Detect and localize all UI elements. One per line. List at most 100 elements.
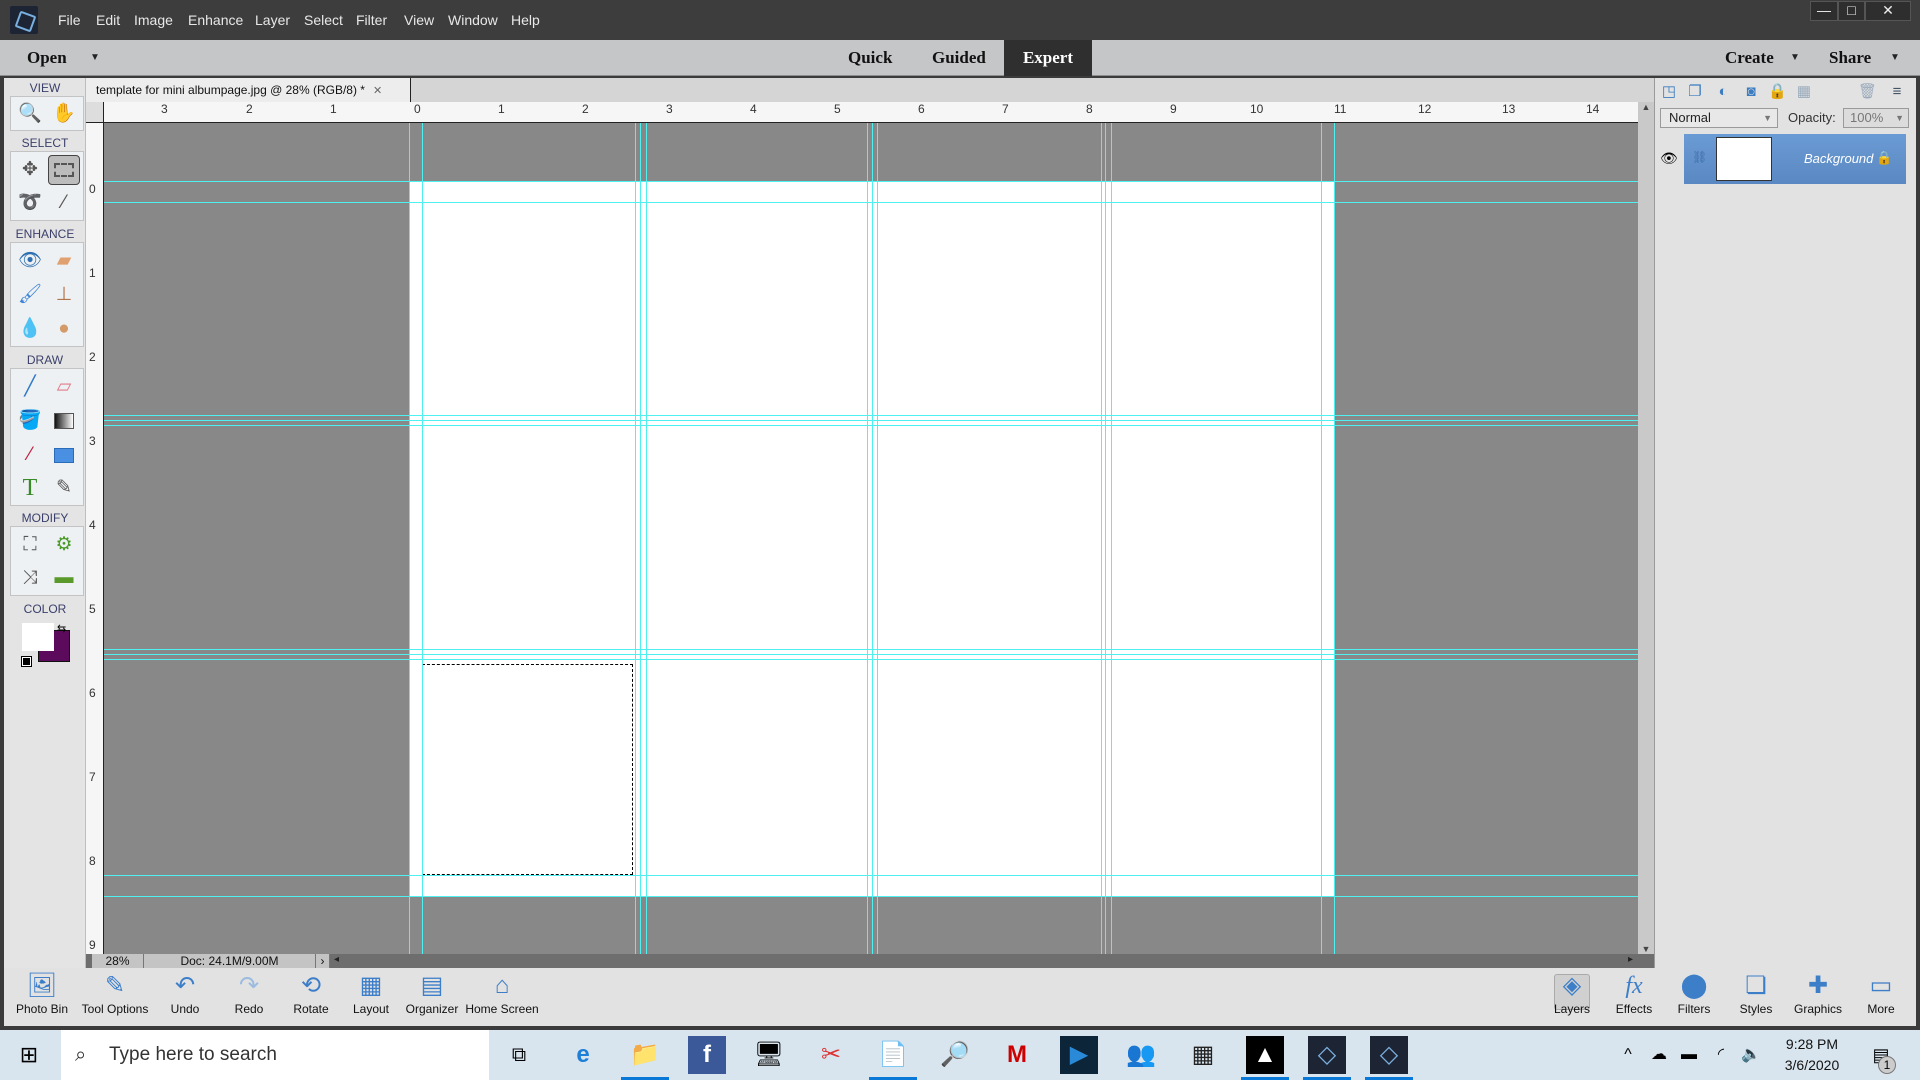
mode-guided[interactable]: Guided — [932, 40, 986, 76]
delete-layer-icon[interactable]: 🗑 — [1858, 84, 1877, 100]
new-layer-icon[interactable]: ◳ — [1660, 84, 1678, 100]
guide-horizontal[interactable] — [104, 654, 1638, 655]
new-group-icon[interactable]: ❐ — [1686, 84, 1704, 100]
guide-vertical[interactable] — [646, 123, 647, 954]
pasteboard[interactable] — [104, 123, 1638, 954]
guide-horizontal[interactable] — [104, 202, 1638, 203]
layer-name[interactable]: Background — [1804, 134, 1873, 184]
guide-vertical[interactable] — [1321, 123, 1322, 954]
people-app-icon[interactable]: 👥 — [1122, 1036, 1160, 1074]
effects-button[interactable]: fx Effects — [1610, 968, 1658, 1026]
guide-horizontal[interactable] — [104, 896, 1638, 897]
default-colors-icon[interactable] — [21, 656, 32, 667]
elements-editor-icon[interactable]: ◇ — [1370, 1036, 1408, 1074]
undo-button[interactable]: ↶ Undo — [160, 968, 210, 1026]
vertical-scrollbar[interactable]: ▲ ▼ — [1638, 102, 1654, 954]
guide-vertical[interactable] — [635, 123, 636, 954]
marquee-selection[interactable] — [422, 664, 633, 875]
facebook-icon[interactable]: f — [688, 1036, 726, 1074]
organizer-button[interactable]: ▤ Organizer — [404, 968, 460, 1026]
guide-horizontal[interactable] — [104, 875, 1638, 876]
menu-edit[interactable]: Edit — [96, 0, 120, 40]
computer-app-icon[interactable]: 🖥 — [750, 1036, 788, 1074]
lock-transparent-icon[interactable]: ▦ — [1795, 84, 1813, 100]
menu-enhance[interactable]: Enhance — [188, 0, 243, 40]
guide-horizontal[interactable] — [104, 425, 1638, 426]
menu-help[interactable]: Help — [511, 0, 540, 40]
taskbar-search-box[interactable]: ⌕ Type here to search — [61, 1030, 489, 1080]
lock-all-icon[interactable]: 🔒 — [1768, 84, 1787, 100]
photos-app-icon[interactable]: ▲ — [1246, 1036, 1284, 1074]
styles-button[interactable]: ❏ Styles — [1732, 968, 1780, 1026]
create-button[interactable]: Create — [1725, 40, 1774, 76]
guide-vertical[interactable] — [1111, 123, 1112, 954]
guide-vertical[interactable] — [872, 123, 873, 954]
guide-horizontal[interactable] — [104, 659, 1638, 660]
share-dropdown-icon[interactable]: ▼ — [1890, 52, 1900, 63]
onedrive-cloud-icon[interactable]: ☁ — [1646, 1036, 1672, 1074]
scroll-left-icon[interactable]: ◂ — [334, 954, 339, 965]
edge-browser-icon[interactable]: e — [564, 1036, 602, 1074]
more-button[interactable]: ▭ More — [1856, 968, 1906, 1026]
layout-button[interactable]: ▦ Layout — [346, 968, 396, 1026]
guide-vertical[interactable] — [1105, 123, 1106, 954]
home-screen-button[interactable]: ⌂ Home Screen — [464, 968, 540, 1026]
rotate-button[interactable]: ⟲ Rotate — [285, 968, 337, 1026]
guide-horizontal[interactable] — [104, 420, 1638, 421]
wifi-icon[interactable]: ◜ — [1708, 1036, 1734, 1074]
smart-brush-icon[interactable]: 🖌 — [14, 280, 46, 310]
eraser-tool-icon[interactable]: ▱ — [48, 372, 80, 402]
wordpad-icon[interactable]: 📄 — [874, 1036, 912, 1074]
media-player-icon[interactable]: ▶ — [1060, 1036, 1098, 1074]
layer-visibility-eye-icon[interactable]: 👁 — [1660, 150, 1678, 167]
guide-vertical[interactable] — [1101, 123, 1102, 954]
tool-options-button[interactable]: ✎ Tool Options — [76, 968, 154, 1026]
paint-bucket-icon[interactable]: 🪣 — [14, 406, 46, 436]
clone-stamp-icon[interactable]: ⊥ — [48, 280, 80, 310]
type-tool-icon[interactable]: T — [14, 473, 46, 503]
filters-button[interactable]: ⬤ Filters — [1670, 968, 1718, 1026]
minimize-button[interactable]: — — [1810, 1, 1838, 21]
close-button[interactable]: ✕ — [1865, 1, 1911, 21]
guide-vertical[interactable] — [640, 123, 641, 954]
ruler-origin[interactable] — [86, 102, 104, 123]
calculator-icon[interactable]: ▦ — [1184, 1036, 1222, 1074]
hand-tool-icon[interactable]: ✋ — [48, 99, 80, 129]
windows-start-icon[interactable]: ⊞ — [10, 1036, 48, 1074]
blur-tool-icon[interactable]: 💧 — [14, 314, 46, 344]
maximize-button[interactable]: □ — [1838, 1, 1865, 21]
zoom-level[interactable]: 28% — [92, 954, 144, 968]
layers-button[interactable]: ◈ Layers — [1548, 968, 1596, 1026]
move-tool-icon[interactable]: ✥ — [14, 155, 46, 185]
elements-organizer-icon[interactable]: ◇ — [1308, 1036, 1346, 1074]
zoom-tool-icon[interactable]: 🔍 — [14, 99, 46, 129]
close-tab-icon[interactable]: ✕ — [373, 85, 382, 97]
volume-icon[interactable]: 🔈 — [1738, 1036, 1764, 1074]
guide-vertical[interactable] — [877, 123, 878, 954]
mode-quick[interactable]: Quick — [848, 40, 892, 76]
menu-view[interactable]: View — [404, 0, 434, 40]
layer-link-icon[interactable]: ⛓ — [1692, 150, 1707, 164]
sponge-tool-icon[interactable]: ● — [48, 314, 80, 344]
task-view-icon[interactable]: ⧉ — [500, 1036, 538, 1074]
taskbar-clock[interactable]: 9:28 PM 3/6/2020 — [1776, 1034, 1848, 1076]
guide-vertical[interactable] — [422, 123, 423, 954]
mode-expert[interactable]: Expert — [1004, 40, 1092, 76]
guide-horizontal[interactable] — [104, 181, 1638, 182]
menu-window[interactable]: Window — [448, 0, 498, 40]
share-button[interactable]: Share — [1829, 40, 1871, 76]
mcafee-icon[interactable]: M — [998, 1036, 1036, 1074]
spot-healing-brush-icon[interactable]: ▰ — [48, 246, 80, 276]
scroll-right-icon[interactable]: ▸ — [1628, 954, 1633, 965]
panel-menu-icon[interactable]: ≡ — [1888, 84, 1906, 100]
status-menu-arrow-icon[interactable]: › — [316, 954, 330, 968]
snipping-tool-icon[interactable]: ✂ — [812, 1036, 850, 1074]
menu-filter[interactable]: Filter — [356, 0, 387, 40]
pencil-tool-icon[interactable]: ✎ — [48, 473, 80, 503]
create-dropdown-icon[interactable]: ▼ — [1790, 52, 1800, 63]
document-tab[interactable]: template for mini albumpage.jpg @ 28% (R… — [86, 78, 411, 102]
menu-layer[interactable]: Layer — [255, 0, 290, 40]
menu-select[interactable]: Select — [304, 0, 343, 40]
layer-mask-icon[interactable]: ◙ — [1742, 84, 1760, 100]
adjustment-layer-icon[interactable]: ◐ — [1714, 84, 1732, 100]
